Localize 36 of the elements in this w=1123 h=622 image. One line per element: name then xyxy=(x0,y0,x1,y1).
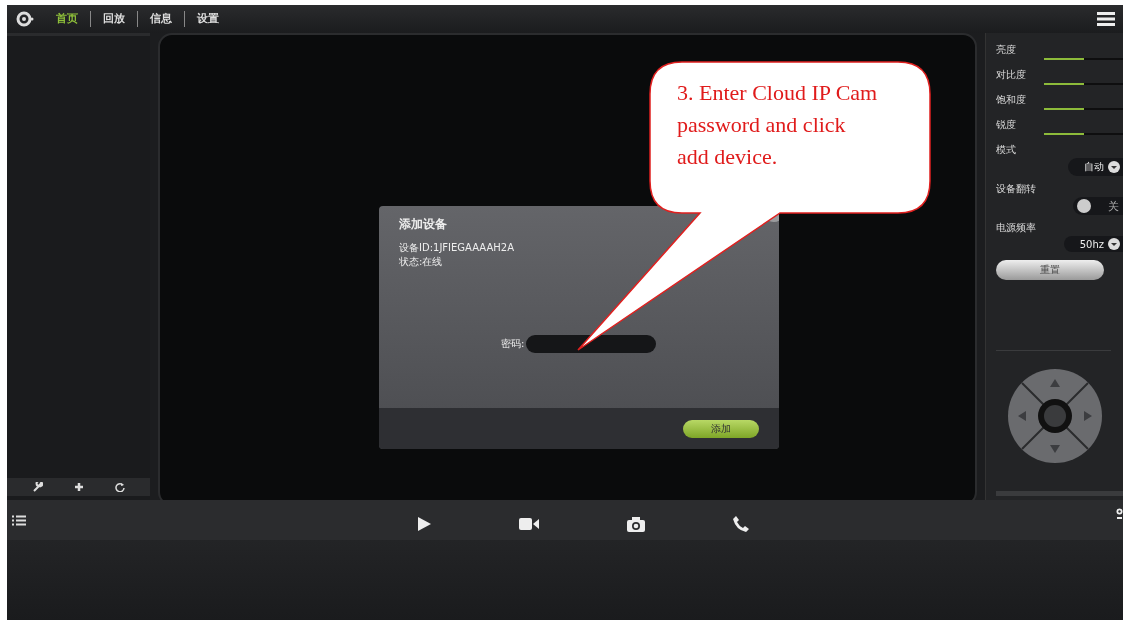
location-pin-icon[interactable] xyxy=(1116,508,1123,520)
mode-dropdown[interactable]: 自动 xyxy=(1068,158,1123,176)
nav-tab[interactable]: 信息 xyxy=(137,11,184,27)
callout-text: 3. Enter Cloud IP Cam password and click add device. xyxy=(677,79,879,171)
camera-icon[interactable] xyxy=(627,516,645,532)
wrench-icon[interactable] xyxy=(32,482,43,492)
frequency-dropdown[interactable]: 50hz xyxy=(1063,236,1123,252)
password-field[interactable] xyxy=(526,335,657,353)
list-icon[interactable] xyxy=(12,514,26,526)
video-camera-icon[interactable] xyxy=(519,517,539,531)
play-icon[interactable] xyxy=(417,517,431,531)
add-button[interactable]: 添加 xyxy=(683,419,759,438)
setting-label: 模式 xyxy=(996,143,1017,156)
flip-toggle[interactable]: 关 xyxy=(1073,197,1123,215)
setting-label: 饱和度 xyxy=(996,93,1027,106)
status-text: 状态:在线 xyxy=(399,255,444,269)
setting-label: 锐度 xyxy=(996,118,1017,131)
setting-label: 设备翻转 xyxy=(996,182,1037,195)
logo-icon xyxy=(16,10,34,28)
reset-button[interactable]: 重置 xyxy=(996,260,1104,280)
setting-label: 电源频率 xyxy=(996,221,1037,234)
phone-icon[interactable] xyxy=(733,516,749,532)
setting-label: 亮度 xyxy=(996,43,1017,56)
add-icon[interactable] xyxy=(73,482,84,492)
dropdown-icon xyxy=(1108,238,1120,250)
nav-tab[interactable]: 设置 xyxy=(184,11,231,27)
nav-tab[interactable]: 首页 xyxy=(44,11,90,27)
password-label: 密码: xyxy=(501,337,525,351)
device-id: 设备ID:1JFIEGAAAAH2A xyxy=(399,241,516,255)
dropdown-icon xyxy=(1108,161,1120,173)
nav-tab[interactable]: 回放 xyxy=(90,11,137,27)
setting-label: 对比度 xyxy=(996,68,1027,81)
menu-icon[interactable] xyxy=(1097,12,1115,26)
direction-pad[interactable] xyxy=(1008,369,1102,463)
dialog-title: 添加设备 xyxy=(399,216,448,233)
refresh-icon[interactable] xyxy=(114,482,125,492)
